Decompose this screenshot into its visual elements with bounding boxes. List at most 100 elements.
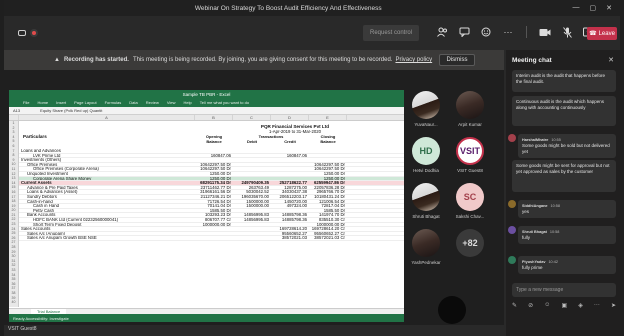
- cell-closing[interactable]: [309, 154, 347, 158]
- chat-message[interactable]: HarshalMhatre 10:55 Some goods might be so…: [508, 134, 616, 158]
- cell-closing[interactable]: 121006.54 Dr: [309, 200, 347, 204]
- ribbon-tab[interactable]: View: [167, 100, 176, 105]
- cell-particulars[interactable]: Current Assets: [19, 181, 195, 185]
- format-icon[interactable]: ✎: [512, 302, 517, 309]
- cell-opening[interactable]: 10642297.50 Dr: [195, 163, 233, 167]
- ribbon-tab[interactable]: File: [23, 100, 29, 105]
- cell-credit[interactable]: 497324.00: [271, 204, 309, 208]
- cell-debit[interactable]: [233, 223, 271, 227]
- cell-particulars[interactable]: Unquoted Investment: [19, 172, 195, 176]
- cell-closing[interactable]: 141974.70 Dr: [309, 213, 347, 217]
- cell-opening[interactable]: [195, 227, 233, 231]
- cell-closing[interactable]: 169728614.20 Cr: [309, 227, 347, 231]
- cell-credit[interactable]: [271, 167, 309, 171]
- cell-debit[interactable]: [233, 227, 271, 231]
- cell-opening[interactable]: 70141.04 Dr: [195, 204, 233, 208]
- cell-particulars[interactable]: Petty Cash: [19, 209, 195, 213]
- send-icon[interactable]: ➤: [611, 302, 616, 309]
- row-number[interactable]: 40: [9, 300, 18, 305]
- camera-icon[interactable]: [539, 26, 551, 38]
- chat-message[interactable]: Continuous audit is the audit which happ…: [512, 96, 616, 126]
- cell-credit[interactable]: 1287275.00: [271, 186, 309, 190]
- cell-credit[interactable]: [271, 163, 309, 167]
- cell-opening[interactable]: [195, 158, 233, 162]
- ribbon-tab[interactable]: Home: [37, 100, 48, 105]
- cell-opening[interactable]: [195, 149, 233, 153]
- corner-cell[interactable]: [9, 115, 19, 120]
- mic-icon[interactable]: [561, 26, 573, 38]
- leave-button[interactable]: ☎ Leave: [587, 27, 617, 40]
- cell-debit[interactable]: 263763.49: [233, 186, 271, 190]
- chat-message[interactable]: SiddhiAngane 10:58 yes: [508, 200, 616, 218]
- cell-particulars[interactable]: Cash-in-hand: [19, 200, 195, 204]
- chat-message[interactable]: Shruti Bhagat 10:58 fully: [508, 226, 616, 244]
- cell-particulars[interactable]: HDFC BANK Ltd (Current 02232560000041): [19, 218, 195, 222]
- cell-particulars[interactable]: Sales A/c Anupam Growth BSE NSE: [19, 236, 195, 240]
- close-window-button[interactable]: ✕: [606, 4, 612, 12]
- cell-debit[interactable]: [233, 158, 271, 162]
- ribbon-tab[interactable]: Review: [146, 100, 159, 105]
- dismiss-button[interactable]: Dismiss: [439, 54, 475, 66]
- cell-closing[interactable]: [309, 158, 347, 162]
- cell-debit[interactable]: [233, 177, 271, 181]
- cell-opening[interactable]: 1250.00 Dr: [195, 172, 233, 176]
- cell-credit[interactable]: [271, 209, 309, 213]
- sticker-icon[interactable]: ◈: [578, 302, 583, 309]
- gif-icon[interactable]: ▣: [561, 302, 567, 309]
- ribbon-tab[interactable]: Formulas: [105, 100, 122, 105]
- cell-credit[interactable]: 1450720.00: [271, 200, 309, 204]
- participant-tile[interactable]: SC Sakshi Chav...: [450, 183, 490, 227]
- cell-debit[interactable]: [233, 163, 271, 167]
- cell-debit[interactable]: 249790409.35: [233, 181, 271, 185]
- column-header[interactable]: B: [195, 115, 233, 120]
- cell-closing[interactable]: 10642297.50 Dr: [309, 167, 347, 171]
- meeting-info-icon[interactable]: [18, 30, 26, 36]
- cell-closing[interactable]: 10180431.24 Dr: [309, 195, 347, 199]
- formula-input[interactable]: Equity Share (Pvlk Red up) Quantit: [40, 108, 102, 113]
- cell-closing[interactable]: 1250.00 Dr: [309, 172, 347, 176]
- cell-closing[interactable]: 1250.00 Dr: [309, 177, 347, 181]
- cell-particulars[interactable]: Advance & Pre Paid Taxes: [19, 186, 195, 190]
- cell-debit[interactable]: 196035670.00: [233, 195, 271, 199]
- participant-tile[interactable]: YuvaNaur...: [406, 91, 446, 135]
- name-box[interactable]: A13: [13, 108, 20, 113]
- close-icon[interactable]: ✕: [608, 56, 614, 64]
- cell-credit[interactable]: 206512203.17: [271, 195, 309, 199]
- maximize-button[interactable]: ▢: [590, 4, 597, 12]
- column-header[interactable]: C: [233, 115, 271, 120]
- cell-closing[interactable]: 62559947.86 Dr: [309, 181, 347, 185]
- more-icon[interactable]: ···: [594, 302, 600, 309]
- cell-closing[interactable]: 1000000.00 Dr: [309, 223, 347, 227]
- cell-credit[interactable]: 252718622.77: [271, 181, 309, 185]
- cell-debit[interactable]: [233, 236, 271, 240]
- self-video-preview[interactable]: [438, 296, 466, 324]
- cell-closing[interactable]: 1585.50 Dr: [309, 209, 347, 213]
- ribbon-tab[interactable]: Help: [183, 100, 191, 105]
- chat-message[interactable]: PiyushYadav 10:42 fully prime: [508, 256, 616, 274]
- minimize-button[interactable]: —: [573, 4, 580, 12]
- cell-particulars[interactable]: Bank Accounts: [19, 213, 195, 217]
- people-icon[interactable]: [436, 26, 448, 38]
- cell-debit[interactable]: [233, 172, 271, 176]
- ribbon-tab[interactable]: Insert: [56, 100, 66, 105]
- cell-closing[interactable]: [309, 149, 347, 153]
- cell-particulars[interactable]: Investments (Others): [19, 158, 195, 162]
- cell-credit[interactable]: 34030437.38: [271, 190, 309, 194]
- tell-me-box[interactable]: Tell me what you want to do: [200, 100, 249, 105]
- table-row[interactable]: Sales A/c Anupam Growth BSE NSE 38572021.…: [19, 236, 404, 241]
- ribbon-tab[interactable]: Data: [129, 100, 137, 105]
- cell-debit[interactable]: [233, 149, 271, 153]
- cell-closing[interactable]: 72817.04 Dr: [309, 204, 347, 208]
- cell-closing[interactable]: 835510.30 Cr: [309, 218, 347, 222]
- cell-credit[interactable]: [271, 158, 309, 162]
- cell-opening[interactable]: 23711462.77 Dr: [195, 186, 233, 190]
- cell-credit[interactable]: [271, 223, 309, 227]
- cell-debit[interactable]: [233, 209, 271, 213]
- emoji-icon[interactable]: ☺: [544, 302, 550, 309]
- request-control-button[interactable]: Request control: [363, 25, 419, 41]
- participant-tile[interactable]: Shruti Bhagat: [406, 183, 446, 227]
- cell-debit[interactable]: 14856995.83: [233, 218, 271, 222]
- cell-credit[interactable]: [271, 172, 309, 176]
- column-header[interactable]: D: [271, 115, 309, 120]
- cell-particulars[interactable]: Corporate Arena Share Money: [19, 177, 195, 181]
